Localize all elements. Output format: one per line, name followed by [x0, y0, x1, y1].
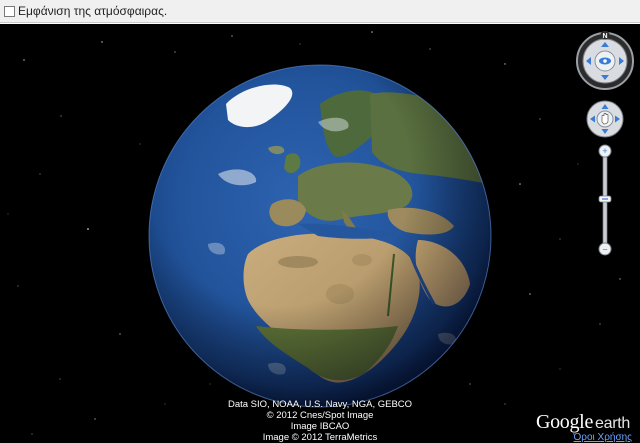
atmosphere-label: Εμφάνιση της ατμόσφαιρας.: [18, 4, 168, 18]
earth-viewport[interactable]: N + − Data SIO, NOAA, U.S. Navy, NGA, GE…: [0, 24, 640, 443]
zoom-out-icon[interactable]: −: [602, 245, 607, 255]
zoom-slider[interactable]: + −: [598, 144, 612, 256]
google-earth-logo: Google earth: [536, 411, 630, 434]
compass-control[interactable]: N: [575, 31, 635, 91]
logo-google-text: Google: [535, 411, 594, 433]
compass-north-letter: N: [602, 33, 607, 40]
terms-of-use-link[interactable]: Όροι Χρήσης: [574, 432, 632, 443]
globe-graphic: [148, 64, 492, 408]
logo-earth-text: earth: [595, 415, 630, 432]
pan-control[interactable]: [586, 100, 624, 138]
earth-globe[interactable]: [148, 64, 492, 408]
atmosphere-checkbox[interactable]: [4, 5, 15, 17]
zoom-in-icon[interactable]: +: [602, 146, 607, 156]
attribution-line: Data SIO, NOAA, U.S. Navy, NGA, GEBCO: [227, 399, 413, 410]
atmosphere-toolbar: Εμφάνιση της ατμόσφαιρας.: [0, 0, 640, 23]
